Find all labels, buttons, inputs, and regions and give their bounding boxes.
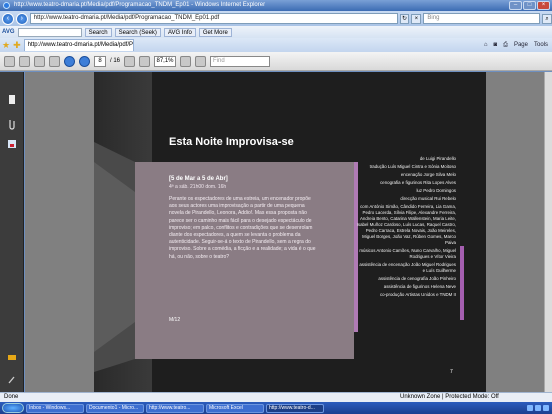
status-bar: Done Unknown Zone | Protected Mode: Off [0,392,552,402]
credit-line: luz Pedro Domingos [416,188,456,193]
page-menu[interactable]: Page [514,42,528,49]
credit-line: com António Simão, Cândido Ferreira, Lia… [356,204,456,245]
tab-active[interactable]: http://www.teatro-dmaria.pt/Media/pdf/Pr… [23,39,134,51]
credit-line: assistência de cenografia João Pinheiro [378,276,456,281]
page-number-input[interactable]: 8 [94,55,106,67]
show-times: 4ª a sáb. 21h00 dom. 16h [169,184,227,190]
maximize-icon[interactable]: □ [523,1,536,10]
tools-menu[interactable]: Tools [534,42,548,49]
minimize-icon[interactable]: – [509,1,522,10]
window-title: http://www.teatro-dmaria.pt/Media/pdf/Pr… [14,2,266,8]
credits-block: de Luigi Pirandello tradução Luís Miguel… [356,156,456,300]
home-icon[interactable]: ⌂ [484,42,488,49]
taskbar-item[interactable]: Documento1 - Micro... [86,403,144,413]
address-input[interactable]: http://www.teatro-dmaria.pt/Media/pdf/Pr… [29,13,398,24]
synopsis-text: Perante os espectadores de uma estreia, … [169,196,316,260]
print-pdf-icon[interactable] [19,55,30,67]
credit-line: co-produção Artistas Unidos e TNDM II [379,292,456,297]
next-page-icon[interactable] [79,55,90,67]
avg-search-button[interactable]: Search [84,27,112,37]
age-rating: M/12 [169,317,181,323]
credit-line: músicos Antonio Camões, Nuno Carvalho, M… [359,248,456,259]
zoom-out-icon[interactable] [124,55,136,67]
vertical-scrollbar[interactable] [544,72,552,392]
attachment-icon[interactable] [6,118,18,130]
window-controls: – □ × [509,1,550,10]
pdf-toolbar: 8 / 16 87,1% Find [0,52,552,71]
address-bar-row: ‹ › http://www.teatro-dmaria.pt/Media/pd… [0,11,552,26]
tray-icon[interactable] [535,405,541,411]
fit-width-icon[interactable] [195,55,207,67]
find-input[interactable]: Find [210,55,271,67]
command-bar: ⌂ ◙ ⎙ Page Tools [484,42,552,49]
avg-get-more-button[interactable]: Get More [198,27,232,37]
page-total: / 16 [110,58,121,64]
window-title-bar: http://www.teatro-dmaria.pt/Media/pdf/Pr… [0,0,552,11]
tab-row: ★ ✚ http://www.teatro-dmaria.pt/Media/pd… [0,38,552,52]
share-icon[interactable] [49,55,60,67]
show-dates: [5 de Mar a 5 de Abr] [169,176,228,182]
avg-info-button[interactable]: AVG Info [163,27,196,37]
system-tray [527,405,552,411]
save-icon[interactable] [4,55,15,67]
paperclip-icon[interactable] [6,374,18,386]
avg-search-status[interactable]: Search (Seek) [114,27,161,37]
navigation-panel [0,72,24,392]
comments-icon[interactable] [6,352,18,364]
credit-line: de Luigi Pirandello [419,156,456,161]
taskbar-item[interactable]: http://www.teatro-d... [266,403,324,413]
taskbar-item[interactable]: Inbox - Windows... [26,403,84,413]
avg-search-field[interactable] [17,27,82,37]
credit-line: assistência de figurinos Helena Neve [383,284,456,289]
refresh-icon[interactable]: ↻ [399,13,410,24]
pdf-page: Esta Noite Improvisa-se [5 de Mar a 5 de… [94,72,486,392]
credit-line: tradução Luís Miguel Cintra e Sónia Moit… [369,164,456,169]
status-text: Done [4,394,19,400]
prev-page-icon[interactable] [64,55,75,67]
close-icon[interactable]: × [537,1,550,10]
forward-button[interactable]: › [15,12,28,25]
security-zone: Unknown Zone | Protected Mode: Off [400,394,499,400]
ie-logo-icon [3,2,10,9]
avg-toolbar: AVG Search Search (Seek) AVG Info Get Mo… [0,26,552,38]
tray-icon[interactable] [527,405,533,411]
tray-icon[interactable] [543,405,549,411]
page-number: 7 [450,369,453,375]
feeds-icon[interactable]: ◙ [494,42,498,49]
stop-icon[interactable]: × [411,13,422,24]
pages-icon[interactable] [6,94,18,106]
signature-icon[interactable] [6,138,18,150]
credit-line: direcção musical Rui Rebelo [400,196,456,201]
start-button[interactable] [2,403,24,413]
document-viewer[interactable]: Esta Noite Improvisa-se [5 de Mar a 5 de… [25,72,552,392]
taskbar: Inbox - Windows... Documento1 - Micro...… [0,402,552,414]
avg-logo[interactable]: AVG [2,29,15,35]
taskbar-item[interactable]: Microsoft Excel [206,403,264,413]
accent-bar [460,246,464,320]
zoom-input[interactable]: 87,1% [154,55,177,67]
search-input[interactable]: Bing [423,13,541,24]
print-icon[interactable]: ⎙ [503,42,508,49]
search-icon[interactable]: ⌕ [542,13,552,24]
page-title: Esta Noite Improvisa-se [169,136,294,148]
favorites-star-icon[interactable]: ★ [2,40,10,51]
back-button[interactable]: ‹ [2,12,14,25]
fit-page-icon[interactable] [180,55,192,67]
credit-line: encenação Jorge Silva Melo [400,172,456,177]
email-icon[interactable] [34,55,45,67]
zoom-in-icon[interactable] [139,55,151,67]
add-favorites-icon[interactable]: ✚ [13,40,21,51]
taskbar-item[interactable]: http://www.teatro... [146,403,204,413]
credit-line: cenografia e figurinos Rita Lopes Alves [380,180,456,185]
credit-line: assistência de encenação João Miguel Rod… [359,262,456,273]
